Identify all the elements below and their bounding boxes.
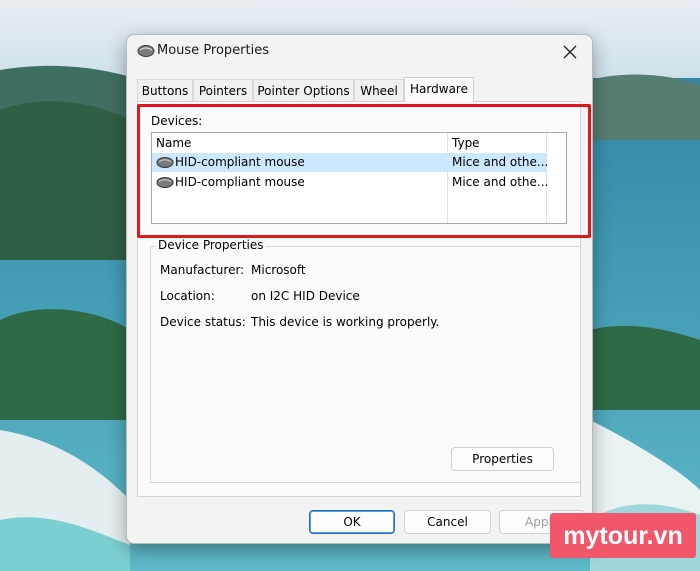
tab-pointers[interactable]: Pointers [193, 79, 253, 101]
ok-button[interactable]: OK [309, 510, 395, 534]
list-item[interactable]: HID-compliant mouse Mice and othe... [152, 173, 549, 192]
mouse-icon [137, 45, 155, 57]
tab-wheel[interactable]: Wheel [354, 79, 404, 101]
manufacturer-value: Microsoft [251, 263, 306, 277]
tab-pointer-options[interactable]: Pointer Options [253, 79, 354, 101]
device-properties-title: Device Properties [156, 238, 266, 252]
close-icon [563, 45, 577, 59]
title-bar: Mouse Properties [127, 35, 592, 69]
mytour-watermark: mytour.vn [550, 513, 696, 558]
device-status-value: This device is working properly. [251, 315, 440, 329]
properties-button[interactable]: Properties [451, 447, 554, 471]
device-type: Mice and othe... [452, 175, 549, 189]
device-status-label: Device status: [160, 315, 246, 329]
mouse-icon [156, 157, 174, 168]
list-header: Name Type [152, 133, 566, 153]
device-type: Mice and othe... [452, 155, 549, 169]
devices-list[interactable]: Name Type HID-compliant mouse Mice and o… [151, 132, 567, 224]
svg-text:mytour.vn: mytour.vn [563, 522, 682, 550]
tab-buttons[interactable]: Buttons [137, 79, 193, 101]
close-button[interactable] [556, 40, 584, 64]
device-name: HID-compliant mouse [175, 175, 305, 189]
device-name: HID-compliant mouse [175, 155, 305, 169]
window-title: Mouse Properties [157, 43, 270, 58]
tab-hardware[interactable]: Hardware [404, 77, 474, 102]
mytour-logo: mytour.vn [563, 522, 682, 550]
mouse-icon [156, 177, 174, 188]
column-header-name[interactable]: Name [152, 133, 448, 153]
devices-label: Devices: [151, 114, 203, 128]
location-value: on I2C HID Device [251, 289, 360, 303]
cancel-button[interactable]: Cancel [404, 510, 491, 534]
manufacturer-label: Manufacturer: [160, 263, 245, 277]
location-label: Location: [160, 289, 215, 303]
list-item[interactable]: HID-compliant mouse Mice and othe... [152, 153, 549, 172]
column-header-type[interactable]: Type [448, 133, 546, 153]
